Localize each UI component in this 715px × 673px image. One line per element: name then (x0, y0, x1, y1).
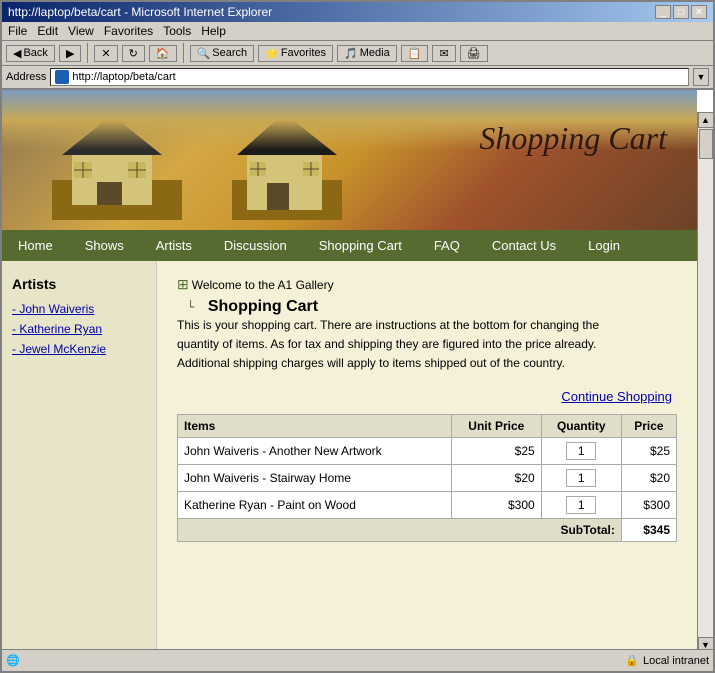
status-icon: 🌐 (6, 654, 20, 667)
address-icon (55, 70, 69, 84)
price-3: $300 (621, 491, 676, 518)
table-row: Katherine Ryan - Paint on Wood $300 $300 (178, 491, 677, 518)
item-name-1: John Waiveris - Another New Artwork (178, 437, 452, 464)
subtotal-value: $345 (621, 518, 676, 541)
stop-button[interactable]: ✕ (94, 45, 117, 62)
nav-artists[interactable]: Artists (140, 230, 208, 261)
table-row: John Waiveris - Stairway Home $20 $20 (178, 464, 677, 491)
address-dropdown[interactable]: ▼ (693, 68, 709, 86)
nav-bar: Home Shows Artists Discussion Shopping C… (2, 230, 697, 261)
breadcrumb-home[interactable]: Welcome to the A1 Gallery (192, 278, 334, 292)
home-button[interactable]: 🏠 (149, 45, 177, 62)
col-header-quantity: Quantity (541, 414, 621, 437)
minimize-button[interactable]: _ (655, 5, 671, 19)
address-input-container: http://laptop/beta/cart (50, 68, 689, 86)
toolbar: ◀ Back ▶ ✕ ↻ 🏠 🔍 Search ⭐ Favorites 🎵 Me… (2, 41, 713, 66)
scroll-track (698, 128, 714, 637)
toolbar-separator-2 (183, 43, 184, 63)
sidebar: Artists - John Waiveris - Katherine Ryan… (2, 261, 157, 653)
qty-cell-3 (541, 491, 621, 518)
price-2: $20 (621, 464, 676, 491)
cart-table: Items Unit Price Quantity Price John Wai… (177, 414, 677, 542)
item-name-3: Katherine Ryan - Paint on Wood (178, 491, 452, 518)
price-1: $25 (621, 437, 676, 464)
address-label: Address (6, 71, 46, 83)
mail-button[interactable]: ✉ (432, 45, 455, 62)
unit-price-1: $25 (451, 437, 541, 464)
nav-faq[interactable]: FAQ (418, 230, 476, 261)
breadcrumb: ⊞ Welcome to the A1 Gallery (177, 276, 677, 293)
menu-tools[interactable]: Tools (163, 24, 191, 38)
close-button[interactable]: ✕ (691, 5, 707, 19)
refresh-button[interactable]: ↻ (122, 45, 145, 62)
vertical-scrollbar: ▲ ▼ (697, 112, 713, 653)
menu-file[interactable]: File (8, 24, 27, 38)
browser-window: http://laptop/beta/cart - Microsoft Inte… (0, 0, 715, 673)
favorites-button[interactable]: ⭐ Favorites (258, 45, 333, 62)
scroll-up-button[interactable]: ▲ (698, 112, 714, 128)
menu-view[interactable]: View (68, 24, 94, 38)
title-bar-buttons: _ □ ✕ (655, 5, 707, 19)
col-header-items: Items (178, 414, 452, 437)
search-button[interactable]: 🔍 Search (190, 45, 255, 62)
breadcrumb-icon: ⊞ (177, 276, 189, 293)
content-area: ⊞ Welcome to the A1 Gallery └ Shopping C… (157, 261, 697, 653)
menu-bar: File Edit View Favorites Tools Help (2, 22, 713, 41)
site-header: Shopping Cart (2, 90, 697, 230)
scroll-thumb[interactable] (699, 129, 713, 159)
address-url[interactable]: http://laptop/beta/cart (72, 71, 175, 83)
qty-input-1[interactable] (566, 442, 596, 460)
continue-shopping-row: Continue Shopping (177, 389, 677, 404)
zone-icon: 🔒 (625, 654, 639, 667)
title-bar: http://laptop/beta/cart - Microsoft Inte… (2, 2, 713, 22)
page-title: Shopping Cart (208, 298, 318, 315)
qty-input-2[interactable] (566, 469, 596, 487)
sidebar-link-katherine[interactable]: - Katherine Ryan (12, 322, 146, 336)
site-header-title: Shopping Cart (479, 120, 667, 157)
page-content: Shopping Cart Home Shows Artists Discuss… (2, 90, 713, 653)
nav-shows[interactable]: Shows (69, 230, 140, 261)
col-header-price: Price (621, 414, 676, 437)
nav-home[interactable]: Home (2, 230, 69, 261)
back-button[interactable]: ◀ Back (6, 45, 55, 62)
item-name-2: John Waiveris - Stairway Home (178, 464, 452, 491)
status-left: 🌐 (6, 654, 24, 667)
col-header-unit-price: Unit Price (451, 414, 541, 437)
sidebar-link-jewel[interactable]: - Jewel McKenzie (12, 342, 146, 356)
description-text: This is your shopping cart. There are in… (177, 316, 627, 374)
media-button[interactable]: 🎵 Media (337, 45, 397, 62)
table-row: John Waiveris - Another New Artwork $25 … (178, 437, 677, 464)
qty-input-3[interactable] (566, 496, 596, 514)
subtotal-row: SubTotal: $345 (178, 518, 677, 541)
forward-button[interactable]: ▶ (59, 45, 81, 62)
window-title: http://laptop/beta/cart - Microsoft Inte… (8, 5, 272, 19)
nav-discussion[interactable]: Discussion (208, 230, 303, 261)
menu-edit[interactable]: Edit (37, 24, 58, 38)
sidebar-link-john[interactable]: - John Waiveris (12, 302, 146, 316)
qty-cell-1 (541, 437, 621, 464)
unit-price-2: $20 (451, 464, 541, 491)
nav-contact-us[interactable]: Contact Us (476, 230, 572, 261)
continue-shopping-link[interactable]: Continue Shopping (561, 389, 672, 404)
nav-login[interactable]: Login (572, 230, 636, 261)
sidebar-title: Artists (12, 276, 146, 292)
address-bar: Address http://laptop/beta/cart ▼ (2, 66, 713, 90)
menu-help[interactable]: Help (201, 24, 226, 38)
toolbar-separator (87, 43, 88, 63)
maximize-button[interactable]: □ (673, 5, 689, 19)
print-button[interactable]: 🖨 (460, 45, 488, 62)
main-layout: Artists - John Waiveris - Katherine Ryan… (2, 261, 697, 653)
history-button[interactable]: 📋 (401, 45, 429, 62)
unit-price-3: $300 (451, 491, 541, 518)
nav-shopping-cart[interactable]: Shopping Cart (303, 230, 418, 261)
subtotal-label: SubTotal: (178, 518, 622, 541)
status-bar: 🌐 🔒 Local intranet (2, 649, 713, 671)
menu-favorites[interactable]: Favorites (104, 24, 153, 38)
zone-text: Local intranet (643, 655, 709, 667)
breadcrumb-arrow: └ (187, 300, 194, 314)
status-right: 🔒 Local intranet (625, 654, 709, 667)
qty-cell-2 (541, 464, 621, 491)
